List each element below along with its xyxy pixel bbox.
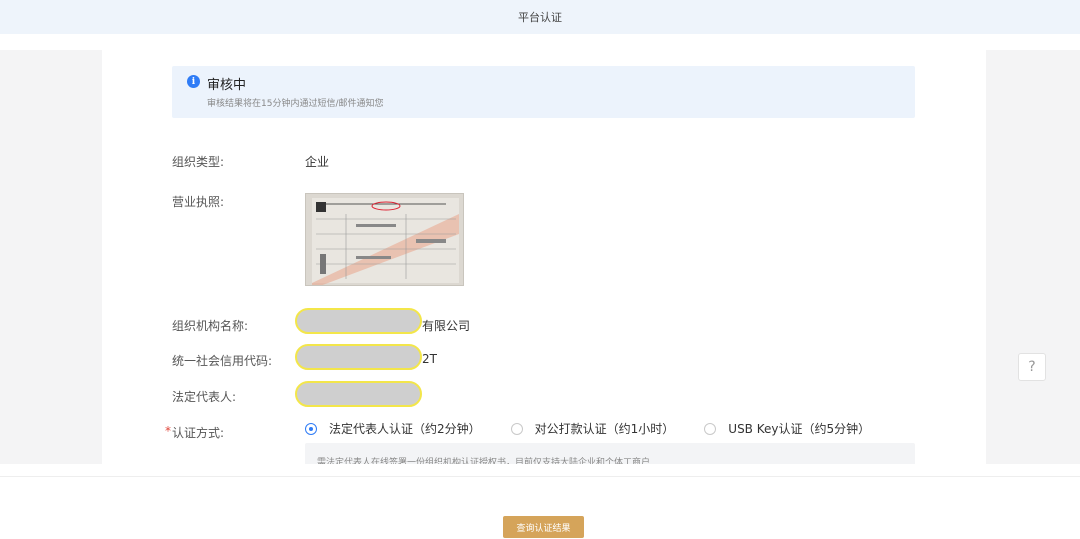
help-button[interactable]: ?	[1018, 353, 1046, 381]
status-notice: i 审核中 审核结果将在15分钟内通过短信/邮件通知您	[172, 66, 915, 118]
redacted-org-name	[295, 308, 422, 334]
credit-code-label: 统一社会信用代码:	[172, 354, 273, 368]
org-name-suffix: 有限公司	[422, 319, 471, 333]
radio-bank-transfer[interactable]: 对公打款认证（约1小时）	[510, 420, 675, 437]
page-title: 平台认证	[518, 11, 562, 24]
radio-usb-key[interactable]: USB Key认证（约5分钟）	[704, 420, 870, 437]
org-type-value: 企业	[305, 155, 330, 169]
footer-divider	[0, 476, 1080, 477]
auth-method-options: 法定代表人认证（约2分钟） 对公打款认证（约1小时） USB Key认证（约5分…	[305, 420, 900, 437]
org-type-label: 组织类型:	[172, 155, 225, 169]
query-result-button[interactable]: 查询认证结果	[503, 516, 584, 538]
auth-method-hint-text: 需法定代表人在线签署一份组织机构认证授权书，目前仅支持大陆企业和个体工商户	[317, 458, 651, 464]
auth-method-label: 认证方式:	[172, 426, 225, 440]
info-icon: i	[187, 75, 200, 88]
radio-unselected-icon[interactable]	[510, 422, 523, 435]
radio-legal-rep-label: 法定代表人认证（约2分钟）	[329, 422, 481, 436]
question-icon: ?	[1028, 359, 1036, 375]
radio-usb-key-label: USB Key认证（约5分钟）	[728, 422, 871, 436]
notice-title: 审核中	[207, 78, 247, 93]
radio-bank-transfer-label: 对公打款认证（约1小时）	[534, 422, 675, 436]
auth-method-hint: 需法定代表人在线签署一份组织机构认证授权书，目前仅支持大陆企业和个体工商户	[305, 443, 915, 464]
license-image[interactable]	[305, 193, 464, 286]
license-label: 营业执照:	[172, 195, 225, 209]
top-header: 平台认证	[0, 0, 1080, 34]
notice-subtitle: 审核结果将在15分钟内通过短信/邮件通知您	[207, 99, 384, 109]
legal-rep-label: 法定代表人:	[172, 390, 237, 404]
required-mark: *	[165, 424, 171, 438]
auth-card: i 审核中 审核结果将在15分钟内通过短信/邮件通知您 组织类型: 企业 营业执…	[102, 50, 986, 464]
credit-code-suffix: 2T	[422, 352, 437, 366]
redacted-credit-code	[295, 344, 422, 370]
radio-unselected-icon[interactable]	[704, 422, 717, 435]
radio-legal-rep[interactable]: 法定代表人认证（约2分钟）	[305, 420, 481, 437]
org-name-label: 组织机构名称:	[172, 319, 249, 333]
redacted-legal-rep	[295, 381, 422, 407]
radio-selected-icon[interactable]	[305, 422, 317, 435]
